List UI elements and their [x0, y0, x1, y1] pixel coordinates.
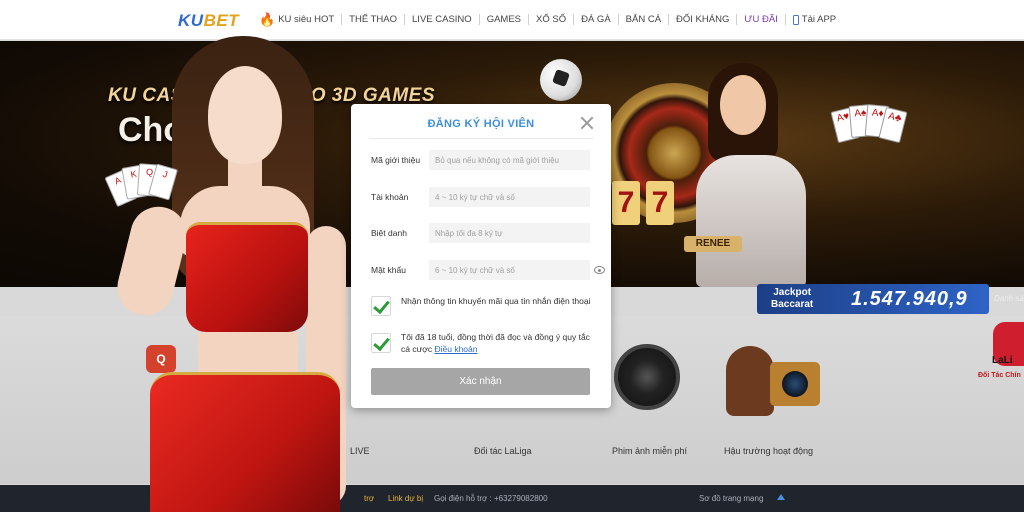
- nav-menu: 🔥 KU siêu HOT THỂ THAO LIVE CASINO GAMES…: [252, 12, 843, 27]
- nav-item-ku-hot[interactable]: 🔥 KU siêu HOT: [252, 12, 343, 27]
- film-reel-icon[interactable]: [614, 344, 680, 410]
- terms-text: Tôi đã 18 tuổi, đồng thời đã đọc và đồng…: [401, 332, 591, 355]
- logo-ku: KU: [178, 11, 204, 30]
- category-movies-label[interactable]: Phim ảnh miễn phí: [612, 446, 687, 456]
- jackpot-value: 1.547.940,9: [851, 288, 968, 310]
- nickname-label: Biệt danh: [371, 228, 407, 238]
- dealer-name-tag: RENEE: [684, 236, 742, 252]
- phone-icon: [792, 14, 799, 25]
- nav-item-sports[interactable]: THỂ THAO: [342, 14, 406, 25]
- nav-item-lottery[interactable]: XỔ SỐ: [529, 14, 575, 25]
- footer-sitemap-link[interactable]: Sơ đồ trang mạng: [699, 494, 763, 503]
- ranking-link-text[interactable]: Danh sá: [994, 294, 1024, 303]
- slot-seven: 7: [612, 181, 640, 225]
- nav-item-promotions[interactable]: ƯU ĐÃI: [737, 14, 786, 25]
- account-row: Tài khoản: [371, 187, 591, 207]
- backstage-image[interactable]: [726, 346, 774, 416]
- nav-label: GAMES: [486, 14, 521, 25]
- sms-promo-checkbox[interactable]: [371, 296, 391, 316]
- password-label: Mật khẩu: [371, 265, 406, 275]
- terms-checkbox[interactable]: [371, 333, 391, 353]
- nav-label: ĐÁ GÀ: [581, 14, 611, 25]
- laliga-logo-text: LaLi: [992, 355, 1013, 366]
- terms-link[interactable]: Điều khoản: [434, 344, 477, 354]
- nav-label: Tải APP: [801, 14, 837, 25]
- terms-text-prefix: Tôi đã 18 tuổi, đồng thời đã đọc và đồng…: [401, 332, 590, 354]
- playing-cards-image: A♥ A♠ A♦ A♣: [830, 104, 908, 157]
- category-laliga-label[interactable]: Đối tác LaLiga: [474, 446, 532, 456]
- register-modal: ĐĂNG KÝ HỘI VIÊN Mã giới thiệu Tài khoản…: [351, 104, 611, 408]
- modal-title: ĐĂNG KÝ HỘI VIÊN: [427, 118, 535, 130]
- referral-code-input[interactable]: [429, 150, 590, 170]
- footer-backup-link[interactable]: Link dự bị: [388, 494, 423, 503]
- logo-bet: BET: [203, 11, 240, 30]
- eye-icon[interactable]: [594, 266, 605, 274]
- nav-item-versus[interactable]: ĐỐI KHÁNG: [669, 14, 738, 25]
- account-label: Tài khoản: [371, 192, 409, 202]
- nav-label: THỂ THAO: [349, 14, 398, 25]
- nav-label: LIVE CASINO: [412, 14, 472, 25]
- password-row: Mật khẩu: [371, 260, 605, 280]
- nickname-row: Biệt danh: [371, 223, 591, 243]
- category-backstage-label[interactable]: Hậu trường hoạt động: [724, 446, 813, 456]
- nav-item-download-app[interactable]: Tải APP: [786, 14, 843, 25]
- slot-seven: 7: [646, 181, 674, 225]
- jackpot-label-line1: Jackpot: [773, 287, 812, 298]
- model-red-top: [186, 222, 308, 332]
- model-red-skirt: [150, 372, 340, 512]
- divider: [369, 138, 593, 139]
- kubet-logo[interactable]: KUBET: [178, 11, 239, 31]
- sms-promo-text: Nhận thông tin khuyến mãi qua tin nhắn đ…: [401, 296, 591, 306]
- nav-label: BẮN CÁ: [625, 14, 662, 25]
- nav-item-cockfight[interactable]: ĐÁ GÀ: [574, 14, 619, 25]
- jackpot-label-line2: Baccarat: [771, 299, 814, 310]
- dealer-face: [720, 75, 766, 135]
- account-input[interactable]: [429, 187, 590, 207]
- dealer-dress: [696, 155, 806, 287]
- nav-item-live-casino[interactable]: LIVE CASINO: [405, 14, 480, 25]
- camera-icon[interactable]: [770, 362, 820, 406]
- model-face: [208, 66, 282, 164]
- nav-item-games[interactable]: GAMES: [480, 14, 529, 25]
- submit-button[interactable]: Xác nhận: [371, 368, 590, 395]
- nav-label: XỔ SỐ: [536, 14, 567, 25]
- referral-code-row: Mã giới thiệu: [371, 150, 591, 170]
- nav-item-fishing[interactable]: BẮN CÁ: [619, 14, 670, 25]
- laliga-partner-text: Đối Tác Chín: [978, 372, 1021, 379]
- dealer-image: [690, 63, 810, 287]
- password-input[interactable]: [429, 260, 590, 280]
- nav-label: ƯU ĐÃI: [744, 14, 778, 25]
- arrow-up-icon[interactable]: [777, 494, 785, 500]
- model-playing-cards: A K Q J: [104, 162, 180, 212]
- top-navbar: KUBET 🔥 KU siêu HOT THỂ THAO LIVE CASINO…: [0, 0, 1024, 40]
- jackpot-label: Jackpot Baccarat: [771, 287, 813, 311]
- nav-label: ĐỐI KHÁNG: [676, 14, 730, 25]
- fire-icon: 🔥: [259, 12, 276, 27]
- soccer-ball-icon: [540, 59, 582, 101]
- referral-code-label: Mã giới thiệu: [371, 155, 421, 165]
- close-icon[interactable]: [579, 115, 595, 131]
- nickname-input[interactable]: [429, 223, 590, 243]
- nav-label: KU siêu HOT: [278, 14, 335, 25]
- footer-hotline[interactable]: Gọi điện hỗ trợ : +63279082800: [434, 494, 548, 503]
- model-image: A K Q J: [104, 36, 380, 512]
- jackpot-baccarat-panel[interactable]: Jackpot Baccarat 1.547.940,9: [757, 284, 989, 314]
